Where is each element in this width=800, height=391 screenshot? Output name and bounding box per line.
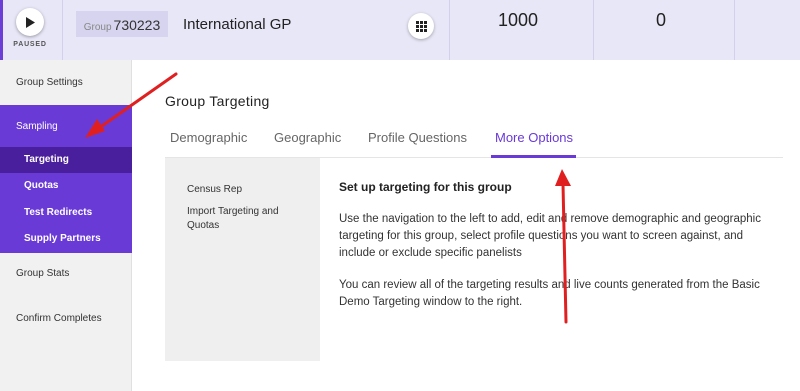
tab-more-options[interactable]: More Options — [495, 130, 573, 145]
active-tab-indicator — [491, 155, 576, 158]
sidebar-item-supply-partners[interactable]: Supply Partners — [0, 226, 132, 252]
group-name: International GP — [183, 16, 292, 33]
group-prefix-label: Group — [83, 22, 112, 33]
group-id-value: 730223 — [113, 17, 161, 33]
import-targeting-link[interactable]: Import Targeting and Quotas — [187, 205, 297, 233]
play-status-label: PAUSED — [13, 41, 47, 48]
sidebar-item-group-settings[interactable]: Group Settings — [0, 77, 132, 88]
sidebar-item-group-stats[interactable]: Group Stats — [0, 268, 132, 279]
tab-demographic[interactable]: Demographic — [170, 130, 247, 145]
census-rep-link[interactable]: Census Rep — [187, 183, 297, 197]
tab-profile-questions[interactable]: Profile Questions — [368, 130, 467, 145]
content-paragraph-1: Use the navigation to the left to add, e… — [339, 213, 761, 259]
sidebar-item-quotas[interactable]: Quotas — [0, 173, 132, 199]
top-header: PAUSED Group 730223 International GP 100… — [0, 0, 800, 60]
play-icon — [26, 16, 35, 28]
grid-menu-button[interactable] — [408, 13, 434, 39]
tab-bar: Demographic Geographic Profile Questions… — [165, 120, 783, 158]
sidebar: Group Settings Sampling Targeting Quotas… — [0, 60, 132, 391]
header-accent-edge — [0, 0, 3, 60]
header-divider — [734, 0, 735, 60]
grid-icon — [415, 20, 427, 32]
header-divider — [449, 0, 450, 60]
sidebar-section-sampling: Sampling Targeting Quotas Test Redirects… — [0, 105, 132, 253]
content-paragraph-2: You can review all of the targeting resu… — [339, 279, 760, 308]
header-divider — [62, 0, 63, 60]
play-control: PAUSED — [13, 6, 47, 54]
header-divider — [593, 0, 594, 60]
sidebar-item-targeting[interactable]: Targeting — [0, 147, 132, 173]
tab-geographic[interactable]: Geographic — [274, 130, 341, 145]
content-title: Set up targeting for this group — [339, 180, 512, 194]
sidebar-item-sampling[interactable]: Sampling — [16, 121, 58, 132]
sidebar-item-confirm-completes[interactable]: Confirm Completes — [0, 313, 132, 324]
group-id-badge: Group 730223 — [76, 11, 168, 37]
page-title: Group Targeting — [165, 93, 270, 109]
stat-value-1: 1000 — [498, 10, 539, 30]
options-sub-nav: Census Rep Import Targeting and Quotas — [165, 158, 320, 361]
stat-value-2: 0 — [656, 10, 667, 30]
play-button[interactable] — [16, 8, 44, 36]
sidebar-item-test-redirects[interactable]: Test Redirects — [0, 200, 132, 226]
